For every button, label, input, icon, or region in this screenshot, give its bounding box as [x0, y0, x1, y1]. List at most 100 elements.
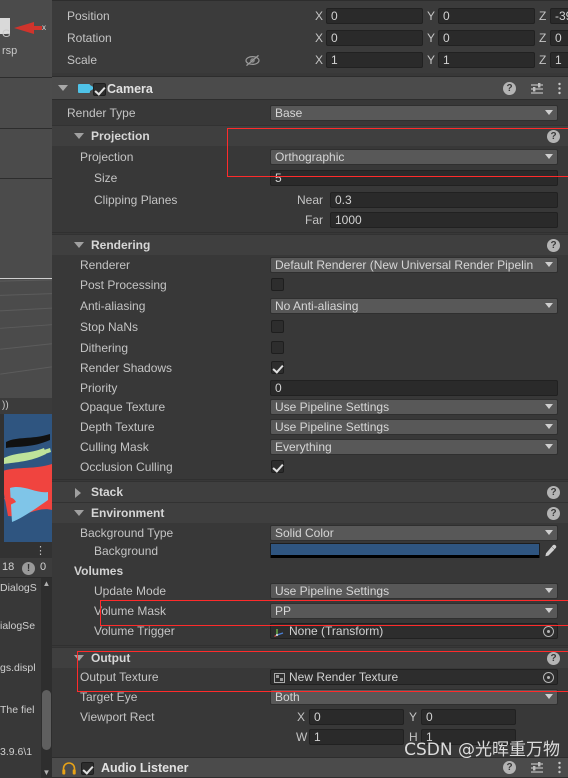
eye-slash-icon[interactable]	[245, 54, 260, 67]
help-icon[interactable]: ?	[547, 130, 560, 143]
console-scrollbar[interactable]: ▲ ▼	[41, 578, 52, 778]
help-icon[interactable]: ?	[547, 507, 560, 520]
axis-label-z: Z	[539, 31, 547, 45]
output-section-header[interactable]: Output ?	[52, 647, 568, 668]
chevron-right-icon[interactable]	[75, 488, 81, 498]
update-mode-label: Update Mode	[94, 584, 167, 598]
position-y-field[interactable]: 0	[438, 8, 535, 24]
renderer-dropdown[interactable]: Default Renderer (New Universal Render P…	[270, 257, 558, 273]
warning-icon[interactable]: !	[22, 562, 35, 575]
kebab-menu-icon[interactable]	[557, 82, 562, 95]
chevron-down-icon[interactable]	[74, 510, 84, 516]
help-icon[interactable]: ?	[503, 82, 517, 95]
console-log-line[interactable]: 3.9.6\1	[0, 746, 44, 758]
help-icon[interactable]: ?	[547, 239, 560, 252]
post-processing-checkbox[interactable]	[271, 278, 284, 291]
transform-row-scale: Scale X 1 Y 1 Z 1	[52, 50, 568, 70]
depth-texture-row: Depth Texture Use Pipeline Settings	[52, 417, 568, 437]
render-type-dropdown[interactable]: Base	[270, 105, 558, 121]
priority-label: Priority	[80, 381, 118, 395]
stop-nans-row: Stop NaNs	[52, 317, 568, 337]
volume-mask-dropdown[interactable]: PP	[270, 603, 558, 619]
game-view-sliver[interactable]: )) ⋮	[0, 398, 52, 558]
dithering-checkbox[interactable]	[271, 341, 284, 354]
help-icon[interactable]: ?	[503, 761, 517, 774]
eyedropper-icon[interactable]	[544, 544, 557, 557]
game-viewport[interactable]	[4, 414, 52, 542]
help-icon[interactable]: ?	[547, 652, 560, 665]
anti-aliasing-label: Anti-aliasing	[80, 299, 146, 313]
preset-icon[interactable]	[530, 761, 544, 774]
preset-icon[interactable]	[530, 82, 544, 95]
projection-section-header[interactable]: Projection ?	[52, 125, 568, 146]
rotation-x-field[interactable]: 0	[326, 30, 423, 46]
volume-trigger-value: None (Transform)	[289, 624, 384, 638]
object-picker-icon[interactable]	[543, 672, 554, 683]
viewport-y-field[interactable]: 0	[421, 709, 516, 725]
stop-nans-checkbox[interactable]	[271, 320, 284, 333]
anti-aliasing-dropdown[interactable]: No Anti-aliasing	[270, 298, 558, 314]
rotation-z-field[interactable]: 0	[550, 30, 568, 46]
stack-section-header[interactable]: Stack ?	[52, 481, 568, 502]
projection-dropdown[interactable]: Orthographic	[270, 149, 558, 165]
dithering-label: Dithering	[80, 341, 129, 355]
chevron-down-icon[interactable]	[74, 655, 84, 661]
render-shadows-checkbox[interactable]	[271, 361, 284, 374]
near-clip-field[interactable]: 0.3	[330, 192, 558, 208]
volume-trigger-objectfield[interactable]: None (Transform)	[270, 623, 558, 639]
rotation-y-field[interactable]: 0	[438, 30, 535, 46]
position-z-field[interactable]: -39.4	[550, 8, 568, 24]
volume-mask-row: Volume Mask PP	[52, 601, 568, 621]
scale-z-field[interactable]: 1	[550, 52, 568, 68]
chevron-down-icon[interactable]	[74, 133, 84, 139]
target-eye-value: Both	[275, 690, 300, 704]
position-x-field[interactable]: 0	[326, 8, 423, 24]
culling-mask-value: Everything	[275, 440, 332, 454]
chevron-down-icon	[545, 694, 553, 699]
size-field[interactable]: 5	[270, 170, 558, 186]
console-log-line[interactable]: ialogSe	[0, 620, 44, 632]
rendering-section-header[interactable]: Rendering ?	[52, 234, 568, 255]
update-mode-dropdown[interactable]: Use Pipeline Settings	[270, 583, 558, 599]
occlusion-culling-row: Occlusion Culling	[52, 457, 568, 477]
volumes-label: Volumes	[74, 564, 124, 578]
viewport-w-field[interactable]: 1	[309, 729, 404, 745]
background-type-dropdown[interactable]: Solid Color	[270, 525, 558, 541]
scrollbar-thumb[interactable]	[42, 690, 51, 750]
scroll-up-icon[interactable]: ▲	[42, 579, 51, 588]
audio-listener-enabled-checkbox[interactable]	[81, 762, 94, 775]
kebab-menu-icon[interactable]	[557, 761, 562, 774]
volume-mask-label: Volume Mask	[94, 604, 167, 618]
background-color-swatch[interactable]	[270, 543, 540, 558]
audio-listener-component-header[interactable]: Audio Listener ?	[52, 757, 568, 778]
render-shadows-row: Render Shadows	[52, 358, 568, 378]
scroll-down-icon[interactable]: ▼	[42, 768, 51, 777]
scale-y-field[interactable]: 1	[438, 52, 535, 68]
axis-label-y: Y	[427, 31, 436, 45]
console-log-line[interactable]: gs.displ	[0, 662, 44, 674]
help-icon[interactable]: ?	[547, 486, 560, 499]
depth-texture-dropdown[interactable]: Use Pipeline Settings	[270, 419, 558, 435]
console-panel-sliver[interactable]: 18 ! 0 DialogS ialogSe gs.displ The fiel…	[0, 558, 52, 778]
output-texture-objectfield[interactable]: New Render Texture	[270, 669, 558, 685]
console-log-line[interactable]: The fiel	[0, 704, 44, 716]
camera-component-header[interactable]: Camera ?	[52, 76, 568, 100]
opaque-texture-dropdown[interactable]: Use Pipeline Settings	[270, 399, 558, 415]
scene-view-sliver[interactable]: x G rsp	[0, 0, 52, 398]
game-view-kebab-icon[interactable]: ⋮	[35, 544, 46, 557]
chevron-down-icon[interactable]	[74, 242, 84, 248]
target-eye-dropdown[interactable]: Both	[270, 689, 558, 705]
far-clip-field[interactable]: 1000	[330, 212, 558, 228]
culling-mask-dropdown[interactable]: Everything	[270, 439, 558, 455]
viewport-x-field[interactable]: 0	[309, 709, 404, 725]
background-type-value: Solid Color	[275, 526, 334, 540]
occlusion-culling-checkbox[interactable]	[271, 460, 284, 473]
environment-section-header[interactable]: Environment ?	[52, 502, 568, 523]
camera-enabled-checkbox[interactable]	[93, 83, 106, 96]
chevron-down-icon[interactable]	[58, 85, 68, 91]
object-picker-icon[interactable]	[543, 626, 554, 637]
console-log-line[interactable]: DialogS	[0, 582, 44, 594]
priority-field[interactable]: 0	[270, 380, 558, 396]
scale-x-field[interactable]: 1	[326, 52, 423, 68]
game-artwork	[4, 414, 52, 542]
